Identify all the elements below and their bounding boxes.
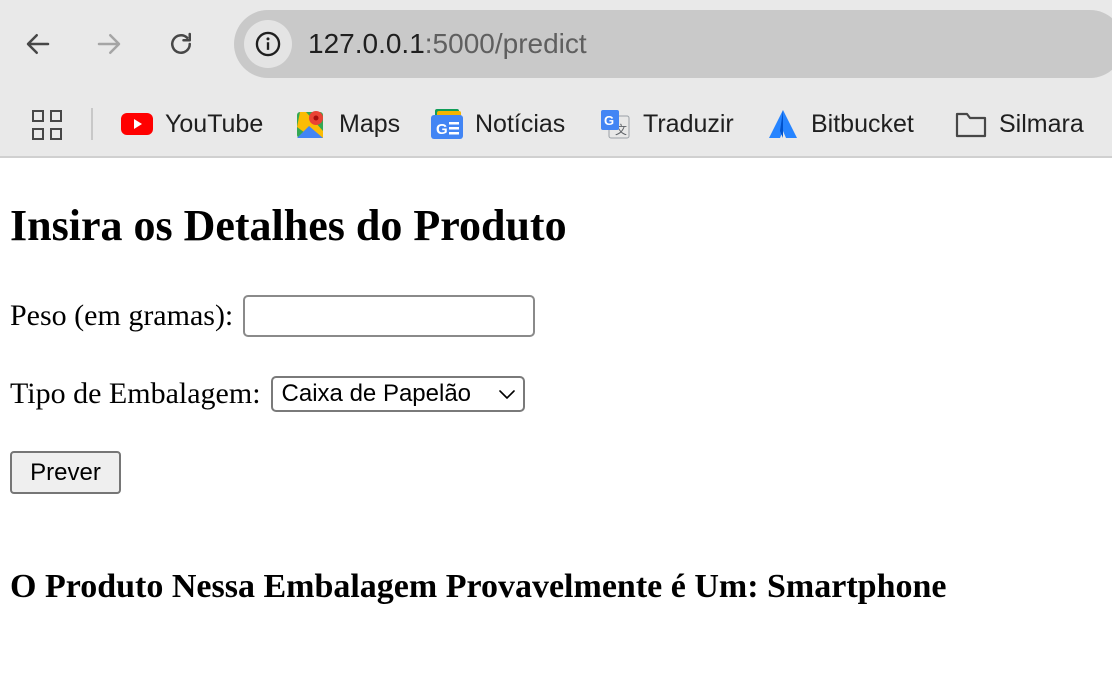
info-icon (255, 31, 281, 57)
forward-arrow-icon (97, 34, 121, 54)
svg-text:G: G (436, 121, 448, 138)
packaging-label: Tipo de Embalagem: (10, 377, 261, 410)
bookmark-noticias[interactable]: G Notícias (431, 106, 565, 142)
folder-icon (955, 108, 987, 140)
reload-icon (171, 32, 191, 54)
chevron-down-icon (498, 390, 515, 399)
maps-icon (295, 108, 327, 140)
bookmark-label: Silmara (999, 109, 1084, 138)
url-host: 127.0.0.1 (308, 28, 425, 59)
youtube-icon (121, 108, 153, 140)
back-arrow-icon (26, 34, 50, 54)
prediction-result: O Produto Nessa Embalagem Provavelmente … (10, 568, 947, 605)
forward-button[interactable] (87, 22, 131, 66)
bookmarks-separator (91, 108, 93, 140)
bookmark-traduzir[interactable]: 文 G Traduzir (599, 106, 734, 142)
translate-icon: 文 G (599, 108, 631, 140)
page-title: Insira os Detalhes do Produto (10, 201, 567, 250)
bookmark-label: Maps (339, 109, 401, 138)
bookmark-maps[interactable]: Maps (295, 106, 400, 142)
weight-row: Peso (em gramas): (10, 295, 536, 337)
back-button[interactable] (16, 22, 60, 66)
apps-grid-icon[interactable] (32, 110, 62, 140)
address-bar[interactable]: 127.0.0.1:5000/predict (234, 10, 1112, 78)
bookmark-label: Traduzir (643, 109, 734, 138)
bookmark-youtube[interactable]: YouTube (121, 106, 263, 142)
packaging-selected-value: Caixa de Papelão (281, 380, 472, 407)
bitbucket-icon (767, 108, 799, 140)
browser-toolbar: 127.0.0.1:5000/predict (0, 0, 1112, 90)
svg-text:G: G (604, 113, 614, 128)
url-path: :5000/predict (424, 28, 587, 59)
bookmark-folder-silmara[interactable]: Silmara (955, 106, 1084, 142)
bookmark-label: Notícias (475, 109, 566, 138)
bookmark-bitbucket[interactable]: Bitbucket (767, 106, 914, 142)
packaging-row: Tipo de Embalagem: Caixa de Papelão (10, 376, 525, 412)
reload-button[interactable] (159, 22, 203, 66)
packaging-select[interactable]: Caixa de Papelão (270, 376, 525, 412)
bookmark-label: Bitbucket (811, 109, 914, 138)
url-text[interactable]: 127.0.0.1:5000/predict (308, 28, 587, 60)
weight-label: Peso (em gramas): (10, 299, 234, 332)
bookmarks-bar: YouTube Maps G Notícias 文 G Traduzir Bit… (0, 90, 1112, 158)
site-info-button[interactable] (244, 20, 292, 68)
predict-button[interactable]: Prever (10, 451, 121, 494)
bookmark-label: YouTube (165, 109, 264, 138)
weight-input[interactable] (243, 295, 536, 337)
news-icon: G (431, 108, 463, 140)
